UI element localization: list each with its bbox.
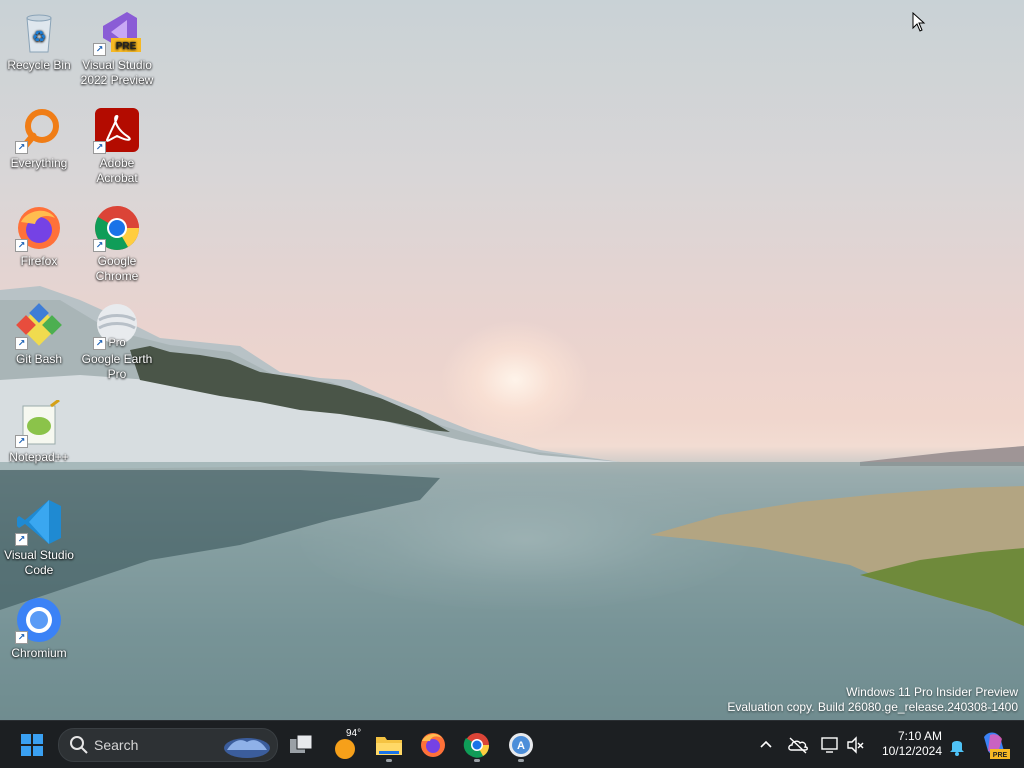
app-store-taskbar-button[interactable]: A: [503, 727, 539, 763]
desktop-icon-google-chrome[interactable]: ↗ Google Chrome: [78, 198, 156, 284]
volume-muted-icon: [847, 736, 864, 754]
onedrive-button[interactable]: [786, 733, 810, 757]
taskbar-search-box[interactable]: Search: [58, 728, 278, 762]
volume-button[interactable]: [844, 733, 868, 757]
chrome-taskbar-button[interactable]: [459, 727, 495, 763]
firefox-icon: [421, 733, 445, 757]
desktop-icon-label: Firefox: [20, 254, 58, 268]
search-icon: [70, 736, 88, 754]
weather-temperature: 94°: [346, 728, 362, 739]
start-icon: [21, 734, 43, 756]
running-indicator: [474, 759, 480, 762]
windows-watermark: Windows 11 Pro Insider Preview Evaluatio…: [727, 685, 1018, 715]
running-indicator: [386, 759, 392, 762]
clock-date: 10/12/2024: [881, 744, 942, 758]
svg-text:PRE: PRE: [116, 41, 137, 52]
svg-text:♻: ♻: [32, 29, 46, 46]
copilot-icon: PRE: [984, 732, 1010, 759]
desktop-icon-label: Notepad++: [9, 450, 69, 464]
search-highlight-image: [224, 738, 270, 758]
start-button[interactable]: [14, 727, 50, 763]
svg-text:Pro: Pro: [108, 337, 125, 349]
firefox-icon: ↗: [15, 204, 63, 252]
recycle-bin-icon: ♻: [15, 8, 63, 56]
clock-time: 7:10 AM: [897, 729, 942, 743]
desktop-icon-git-bash[interactable]: ↗ Git Bash: [0, 296, 78, 367]
desktop-icon-firefox[interactable]: ↗ Firefox: [0, 198, 78, 269]
firefox-taskbar-button[interactable]: [415, 727, 451, 763]
watermark-build: Evaluation copy. Build 26080.ge_release.…: [727, 700, 1018, 714]
network-icon: [821, 737, 838, 753]
search-placeholder: Search: [94, 737, 139, 753]
network-button[interactable]: [818, 733, 842, 757]
svg-text:PRE: PRE: [993, 752, 1008, 759]
desktop-icon-recycle-bin[interactable]: ♻ Recycle Bin: [0, 2, 78, 73]
desktop-icon-adobe-acrobat[interactable]: ↗ Adobe Acrobat: [78, 100, 156, 186]
desktop-icon-label: Google Earth Pro: [81, 352, 153, 381]
notification-bell-icon: [950, 741, 964, 756]
chrome-icon: [463, 733, 490, 758]
running-indicator: [518, 759, 524, 762]
desktop-icon-vscode[interactable]: ↗ Visual Studio Code: [0, 492, 78, 578]
desktop-icon-visual-studio-preview[interactable]: PRE ↗ Visual Studio 2022 Preview: [78, 2, 156, 88]
desktop-icon-label: Adobe Acrobat: [96, 156, 138, 185]
google-earth-pro-icon: Pro ↗: [93, 302, 141, 350]
notepad-plus-plus-icon: ↗: [15, 398, 63, 448]
git-bash-icon: ↗: [15, 302, 63, 350]
app-store-icon: A: [509, 733, 533, 757]
notifications-button[interactable]: [946, 733, 968, 757]
taskbar: Search 94° A 7:10 AM 10/12/2024 PRE: [0, 720, 1024, 768]
desktop-icon-label: Visual Studio Code: [4, 548, 74, 577]
adobe-acrobat-icon: ↗: [93, 106, 141, 154]
task-view-button[interactable]: [283, 727, 319, 763]
vscode-icon: ↗: [15, 498, 63, 546]
desktop-icon-label: Visual Studio 2022 Preview: [80, 58, 154, 87]
desktop-icon-label: Recycle Bin: [7, 58, 71, 72]
desktop-icon-label: Everything: [10, 156, 68, 170]
watermark-edition: Windows 11 Pro Insider Preview: [846, 685, 1018, 699]
file-explorer-button[interactable]: [371, 727, 407, 763]
desktop-icon-everything[interactable]: ↗ Everything: [0, 100, 78, 171]
everything-search-icon: ↗: [15, 106, 63, 154]
desktop-icon-notepad-plus-plus[interactable]: ↗ Notepad++: [0, 394, 78, 465]
desktop-background[interactable]: ♻ Recycle Bin PRE ↗ Visual Studio 2022 P…: [0, 0, 1024, 720]
desktop-icon-chromium[interactable]: ↗ Chromium: [0, 590, 78, 661]
onedrive-icon: [788, 737, 808, 754]
weather-widget-button[interactable]: 94°: [328, 727, 364, 763]
desktop-icon-label: Git Bash: [15, 352, 63, 366]
svg-text:A: A: [517, 740, 525, 752]
chevron-up-icon: [760, 740, 772, 748]
show-hidden-icons-button[interactable]: [756, 733, 776, 757]
task-view-icon: [290, 734, 313, 753]
desktop-icon-label: Google Chrome: [95, 254, 139, 283]
chrome-icon: ↗: [93, 204, 141, 252]
file-explorer-icon: [376, 737, 402, 755]
copilot-button[interactable]: PRE: [978, 729, 1010, 761]
visual-studio-preview-icon: PRE ↗: [93, 8, 141, 56]
chromium-icon: ↗: [15, 596, 63, 644]
mouse-cursor-icon: [912, 12, 926, 32]
desktop-icon-label: Chromium: [11, 646, 67, 660]
desktop-icon-google-earth-pro[interactable]: Pro ↗ Google Earth Pro: [78, 296, 156, 382]
clock[interactable]: 7:10 AM 10/12/2024: [872, 729, 942, 759]
